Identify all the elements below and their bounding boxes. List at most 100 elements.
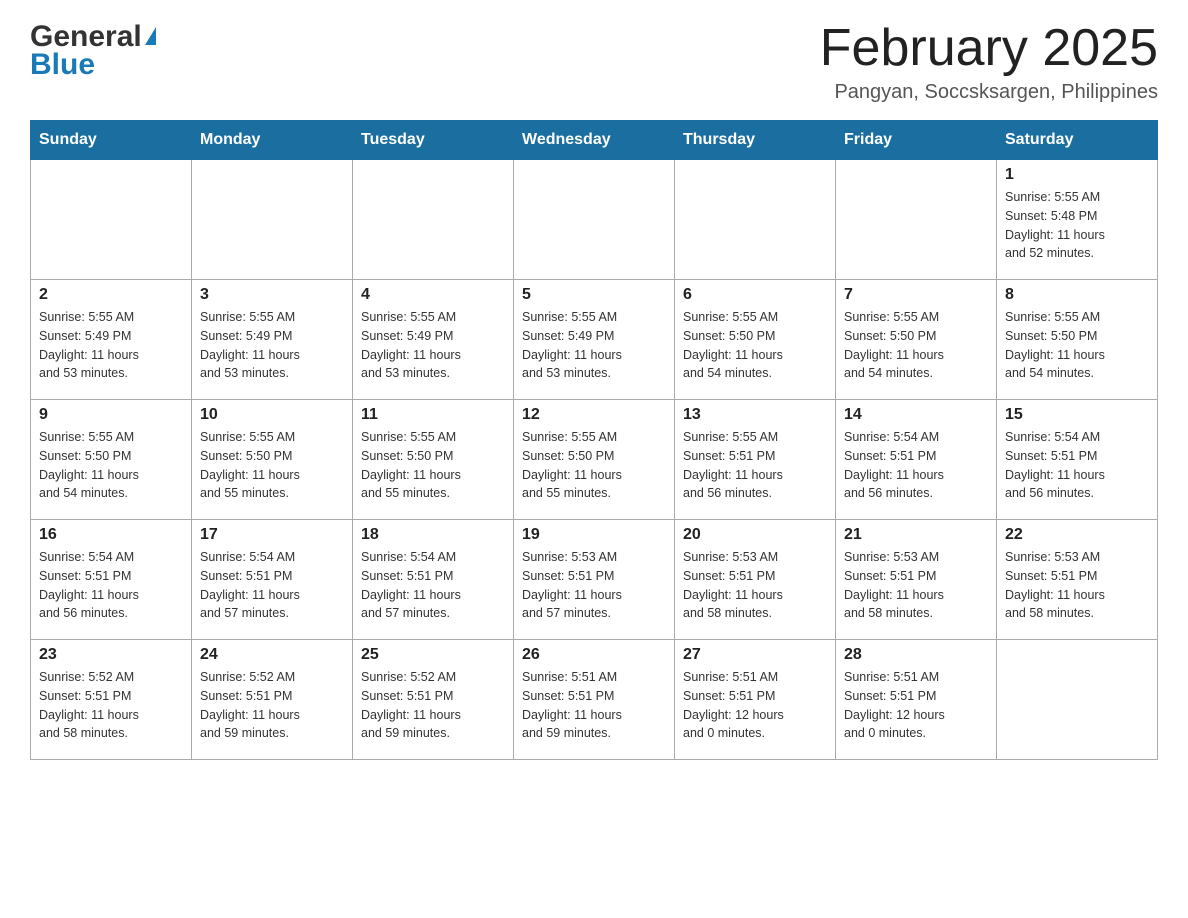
day-number: 18 — [361, 526, 505, 544]
day-info: Sunrise: 5:55 AM Sunset: 5:49 PM Dayligh… — [39, 308, 183, 383]
day-number: 13 — [683, 406, 827, 424]
day-info: Sunrise: 5:55 AM Sunset: 5:50 PM Dayligh… — [39, 428, 183, 503]
day-number: 14 — [844, 406, 988, 424]
day-info: Sunrise: 5:51 AM Sunset: 5:51 PM Dayligh… — [683, 668, 827, 743]
day-info: Sunrise: 5:55 AM Sunset: 5:51 PM Dayligh… — [683, 428, 827, 503]
logo-blue-text: Blue — [30, 48, 95, 82]
calendar-cell — [514, 160, 675, 280]
day-number: 20 — [683, 526, 827, 544]
day-number: 21 — [844, 526, 988, 544]
day-info: Sunrise: 5:54 AM Sunset: 5:51 PM Dayligh… — [39, 548, 183, 623]
day-info: Sunrise: 5:55 AM Sunset: 5:50 PM Dayligh… — [844, 308, 988, 383]
calendar-cell: 24 Sunrise: 5:52 AM Sunset: 5:51 PM Dayli… — [192, 640, 353, 760]
calendar-cell: 28 Sunrise: 5:51 AM Sunset: 5:51 PM Dayli… — [836, 640, 997, 760]
day-info: Sunrise: 5:54 AM Sunset: 5:51 PM Dayligh… — [1005, 428, 1149, 503]
day-number: 12 — [522, 406, 666, 424]
week-row-5: 23 Sunrise: 5:52 AM Sunset: 5:51 PM Dayli… — [31, 640, 1158, 760]
weekday-header-row: SundayMondayTuesdayWednesdayThursdayFrid… — [31, 121, 1158, 160]
calendar-cell: 13 Sunrise: 5:55 AM Sunset: 5:51 PM Dayli… — [675, 400, 836, 520]
day-number: 16 — [39, 526, 183, 544]
calendar-cell: 23 Sunrise: 5:52 AM Sunset: 5:51 PM Dayli… — [31, 640, 192, 760]
calendar-cell: 2 Sunrise: 5:55 AM Sunset: 5:49 PM Daylig… — [31, 280, 192, 400]
day-number: 25 — [361, 646, 505, 664]
day-info: Sunrise: 5:53 AM Sunset: 5:51 PM Dayligh… — [683, 548, 827, 623]
week-row-4: 16 Sunrise: 5:54 AM Sunset: 5:51 PM Dayli… — [31, 520, 1158, 640]
day-number: 8 — [1005, 286, 1149, 304]
calendar-cell: 3 Sunrise: 5:55 AM Sunset: 5:49 PM Daylig… — [192, 280, 353, 400]
day-info: Sunrise: 5:52 AM Sunset: 5:51 PM Dayligh… — [200, 668, 344, 743]
day-info: Sunrise: 5:55 AM Sunset: 5:49 PM Dayligh… — [200, 308, 344, 383]
calendar-cell: 14 Sunrise: 5:54 AM Sunset: 5:51 PM Dayli… — [836, 400, 997, 520]
day-number: 2 — [39, 286, 183, 304]
weekday-header-friday: Friday — [836, 121, 997, 160]
day-number: 10 — [200, 406, 344, 424]
weekday-header-thursday: Thursday — [675, 121, 836, 160]
calendar-cell — [31, 160, 192, 280]
day-number: 11 — [361, 406, 505, 424]
logo-triangle-icon — [145, 27, 156, 45]
week-row-2: 2 Sunrise: 5:55 AM Sunset: 5:49 PM Daylig… — [31, 280, 1158, 400]
calendar-cell: 6 Sunrise: 5:55 AM Sunset: 5:50 PM Daylig… — [675, 280, 836, 400]
day-info: Sunrise: 5:51 AM Sunset: 5:51 PM Dayligh… — [522, 668, 666, 743]
calendar-cell: 21Sunrise: 5:53 AM Sunset: 5:51 PM Dayli… — [836, 520, 997, 640]
weekday-header-sunday: Sunday — [31, 121, 192, 160]
day-number: 22 — [1005, 526, 1149, 544]
weekday-header-monday: Monday — [192, 121, 353, 160]
calendar-cell: 4 Sunrise: 5:55 AM Sunset: 5:49 PM Daylig… — [353, 280, 514, 400]
day-info: Sunrise: 5:55 AM Sunset: 5:49 PM Dayligh… — [361, 308, 505, 383]
calendar-cell: 19Sunrise: 5:53 AM Sunset: 5:51 PM Dayli… — [514, 520, 675, 640]
day-info: Sunrise: 5:55 AM Sunset: 5:50 PM Dayligh… — [683, 308, 827, 383]
calendar-cell: 7 Sunrise: 5:55 AM Sunset: 5:50 PM Daylig… — [836, 280, 997, 400]
week-row-1: 1 Sunrise: 5:55 AM Sunset: 5:48 PM Daylig… — [31, 160, 1158, 280]
calendar-cell: 25 Sunrise: 5:52 AM Sunset: 5:51 PM Dayli… — [353, 640, 514, 760]
weekday-header-saturday: Saturday — [997, 121, 1158, 160]
calendar-cell: 26Sunrise: 5:51 AM Sunset: 5:51 PM Dayli… — [514, 640, 675, 760]
month-title: February 2025 — [820, 20, 1158, 77]
day-number: 5 — [522, 286, 666, 304]
calendar-cell: 8 Sunrise: 5:55 AM Sunset: 5:50 PM Daylig… — [997, 280, 1158, 400]
weekday-header-tuesday: Tuesday — [353, 121, 514, 160]
logo: General Blue — [30, 20, 156, 82]
day-number: 3 — [200, 286, 344, 304]
day-info: Sunrise: 5:55 AM Sunset: 5:50 PM Dayligh… — [1005, 308, 1149, 383]
day-number: 24 — [200, 646, 344, 664]
calendar-cell: 15 Sunrise: 5:54 AM Sunset: 5:51 PM Dayli… — [997, 400, 1158, 520]
day-info: Sunrise: 5:54 AM Sunset: 5:51 PM Dayligh… — [844, 428, 988, 503]
day-number: 6 — [683, 286, 827, 304]
calendar-cell: 16 Sunrise: 5:54 AM Sunset: 5:51 PM Dayli… — [31, 520, 192, 640]
day-info: Sunrise: 5:51 AM Sunset: 5:51 PM Dayligh… — [844, 668, 988, 743]
calendar-cell — [192, 160, 353, 280]
calendar-cell: 27 Sunrise: 5:51 AM Sunset: 5:51 PM Dayli… — [675, 640, 836, 760]
day-number: 15 — [1005, 406, 1149, 424]
day-info: Sunrise: 5:53 AM Sunset: 5:51 PM Dayligh… — [522, 548, 666, 623]
calendar-table: SundayMondayTuesdayWednesdayThursdayFrid… — [30, 120, 1158, 760]
day-number: 23 — [39, 646, 183, 664]
calendar-cell — [675, 160, 836, 280]
day-info: Sunrise: 5:52 AM Sunset: 5:51 PM Dayligh… — [39, 668, 183, 743]
calendar-cell: 9Sunrise: 5:55 AM Sunset: 5:50 PM Daylig… — [31, 400, 192, 520]
calendar-cell: 5 Sunrise: 5:55 AM Sunset: 5:49 PM Daylig… — [514, 280, 675, 400]
calendar-cell: 17Sunrise: 5:54 AM Sunset: 5:51 PM Dayli… — [192, 520, 353, 640]
calendar-cell: 18Sunrise: 5:54 AM Sunset: 5:51 PM Dayli… — [353, 520, 514, 640]
calendar-cell — [997, 640, 1158, 760]
day-info: Sunrise: 5:55 AM Sunset: 5:50 PM Dayligh… — [200, 428, 344, 503]
title-area: February 2025 Pangyan, Soccsksargen, Phi… — [820, 20, 1158, 104]
day-info: Sunrise: 5:55 AM Sunset: 5:48 PM Dayligh… — [1005, 188, 1149, 263]
day-info: Sunrise: 5:52 AM Sunset: 5:51 PM Dayligh… — [361, 668, 505, 743]
weekday-header-wednesday: Wednesday — [514, 121, 675, 160]
week-row-3: 9Sunrise: 5:55 AM Sunset: 5:50 PM Daylig… — [31, 400, 1158, 520]
calendar-cell: 10 Sunrise: 5:55 AM Sunset: 5:50 PM Dayli… — [192, 400, 353, 520]
day-info: Sunrise: 5:54 AM Sunset: 5:51 PM Dayligh… — [200, 548, 344, 623]
day-info: Sunrise: 5:55 AM Sunset: 5:49 PM Dayligh… — [522, 308, 666, 383]
day-number: 1 — [1005, 166, 1149, 184]
day-number: 28 — [844, 646, 988, 664]
calendar-cell — [353, 160, 514, 280]
calendar-cell: 22 Sunrise: 5:53 AM Sunset: 5:51 PM Dayli… — [997, 520, 1158, 640]
day-info: Sunrise: 5:55 AM Sunset: 5:50 PM Dayligh… — [361, 428, 505, 503]
day-info: Sunrise: 5:53 AM Sunset: 5:51 PM Dayligh… — [1005, 548, 1149, 623]
page-header: General Blue February 2025 Pangyan, Socc… — [30, 20, 1158, 104]
calendar-cell: 11 Sunrise: 5:55 AM Sunset: 5:50 PM Dayli… — [353, 400, 514, 520]
day-number: 7 — [844, 286, 988, 304]
day-number: 4 — [361, 286, 505, 304]
day-number: 27 — [683, 646, 827, 664]
